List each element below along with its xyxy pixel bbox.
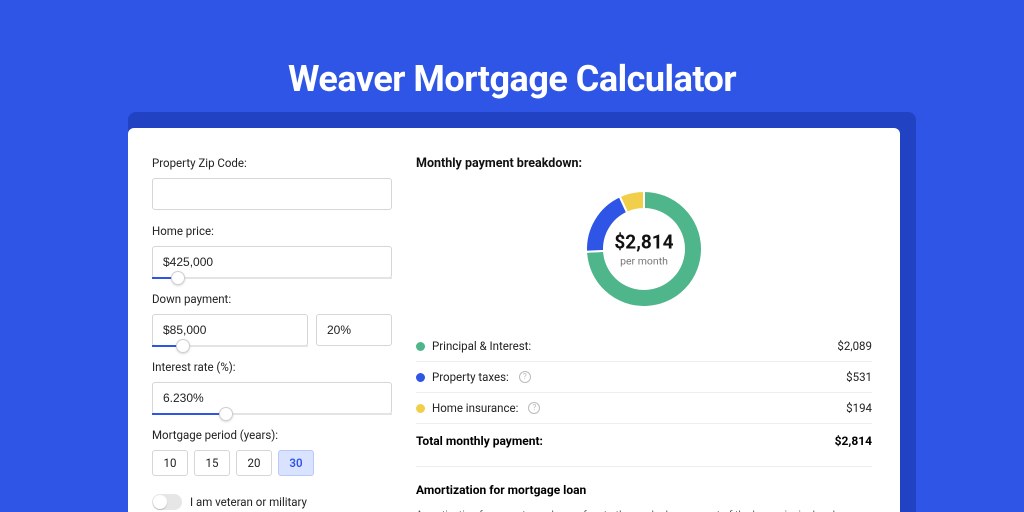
mortgage-period-field: Mortgage period (years): 10152030 — [152, 428, 408, 476]
breakdown-column: Monthly payment breakdown: $2,814 per mo… — [408, 128, 900, 512]
period-option-30[interactable]: 30 — [278, 450, 314, 476]
legend-label: Property taxes: — [432, 370, 509, 384]
total-value: $2,814 — [835, 434, 872, 448]
calculator-card: Property Zip Code: Home price: Down paym… — [128, 128, 900, 512]
veteran-toggle[interactable] — [152, 494, 182, 510]
donut-sublabel: per month — [614, 255, 673, 268]
period-option-20[interactable]: 20 — [236, 450, 272, 476]
home-price-input[interactable] — [152, 246, 392, 278]
help-icon[interactable]: ? — [528, 402, 540, 414]
down-payment-percent-input[interactable] — [316, 314, 392, 346]
donut-center: $2,814 per month — [614, 231, 673, 268]
toggle-knob — [153, 495, 167, 509]
legend-label: Home insurance: — [432, 401, 518, 415]
total-row: Total monthly payment: $2,814 — [416, 423, 872, 462]
amortization-section: Amortization for mortgage loan Amortizat… — [416, 466, 872, 512]
slider-thumb[interactable] — [219, 407, 233, 421]
interest-rate-input[interactable] — [152, 382, 392, 414]
amortization-body: Amortization for a mortgage loan refers … — [416, 507, 872, 512]
legend-value: $531 — [846, 370, 872, 384]
veteran-label: I am veteran or military — [190, 495, 307, 509]
veteran-row: I am veteran or military — [152, 494, 408, 510]
zip-field: Property Zip Code: — [152, 156, 408, 210]
legend-row: Home insurance:? $194 — [416, 392, 872, 423]
legend-row: Principal & Interest: $2,089 — [416, 331, 872, 361]
breakdown-title: Monthly payment breakdown: — [416, 156, 872, 171]
legend-row: Property taxes:? $531 — [416, 361, 872, 392]
legend-label: Principal & Interest: — [432, 339, 531, 353]
legend-dot — [416, 404, 425, 413]
slider-thumb[interactable] — [171, 271, 185, 285]
interest-rate-label: Interest rate (%): — [152, 360, 408, 374]
amortization-title: Amortization for mortgage loan — [416, 483, 872, 497]
zip-input[interactable] — [152, 178, 392, 210]
legend-dot — [416, 373, 425, 382]
donut-chart: $2,814 per month — [416, 185, 872, 313]
page-title: Weaver Mortgage Calculator — [0, 0, 1024, 126]
total-label: Total monthly payment: — [416, 434, 543, 448]
legend-value: $194 — [846, 401, 872, 415]
down-payment-label: Down payment: — [152, 292, 408, 306]
interest-rate-field: Interest rate (%): — [152, 360, 408, 414]
down-payment-field: Down payment: — [152, 292, 408, 346]
period-option-15[interactable]: 15 — [194, 450, 230, 476]
help-icon[interactable]: ? — [519, 371, 531, 383]
period-option-10[interactable]: 10 — [152, 450, 188, 476]
legend-value: $2,089 — [837, 339, 872, 353]
zip-label: Property Zip Code: — [152, 156, 408, 170]
home-price-label: Home price: — [152, 224, 408, 238]
donut-amount: $2,814 — [614, 231, 673, 254]
mortgage-period-label: Mortgage period (years): — [152, 428, 408, 442]
inputs-column: Property Zip Code: Home price: Down paym… — [128, 128, 408, 512]
home-price-field: Home price: — [152, 224, 408, 278]
legend-dot — [416, 342, 425, 351]
down-payment-amount-input[interactable] — [152, 314, 308, 346]
slider-thumb[interactable] — [176, 339, 190, 353]
